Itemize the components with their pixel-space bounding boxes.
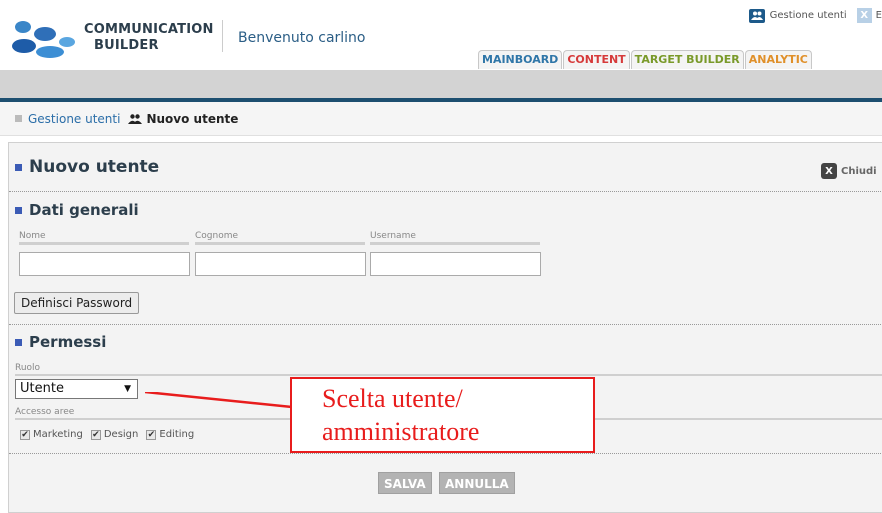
save-button[interactable]: SALVA [378,472,432,494]
marketing-label: Marketing [33,429,83,440]
page-title-text: Nuovo utente [29,157,160,177]
field-underline [15,374,882,376]
logo-line2: BUILDER [94,38,159,53]
section-general-text: Dati generali [29,201,139,219]
breadcrumb-current: Nuovo utente [146,111,239,126]
divider [9,191,882,192]
username-label: Username [370,231,416,241]
cognome-input[interactable] [195,252,366,276]
tab-label: MAINBOARD [482,53,559,66]
define-password-button[interactable]: Definisci Password [14,292,140,314]
breadcrumb: Gestione utenti Nuovo utente [0,102,882,136]
divider [9,453,882,454]
close-icon: X [821,163,837,179]
field-underline [195,242,365,245]
field-underline [19,242,189,245]
cognome-label: Cognome [195,231,239,241]
bullet-icon [15,115,22,122]
section-general-title: Dati generali [15,201,139,219]
username-input[interactable] [370,252,541,276]
tab-label: ANALYTIC [748,53,808,66]
tab-analytics[interactable]: ANALYTIC [744,50,812,69]
divider [9,324,882,325]
logo-separator [222,20,223,52]
tab-content[interactable]: CONTENT [563,50,630,69]
user-management-link[interactable]: Gestione utenti [770,10,847,21]
annotation-line1: Scelta utente/ [322,384,463,413]
page-title: Nuovo utente [15,157,159,177]
breadcrumb-link[interactable]: Gestione utenti [28,112,120,126]
welcome-text: Benvenuto carlino [238,30,366,46]
marketing-checkbox[interactable]: ✔ [20,429,30,440]
new-user-panel: Nuovo utente X Chiudi Dati generali Nome… [8,142,882,513]
bullet-icon [15,163,22,171]
section-permissions-title: Permessi [15,333,106,351]
close-label: Chiudi [841,165,877,177]
tab-target-builder[interactable]: TARGET BUILDER [630,50,744,69]
tab-label: TARGET BUILDER [634,53,740,66]
editing-label: Editing [159,429,195,440]
field-underline [370,242,540,245]
design-label: Design [103,429,139,440]
role-select[interactable]: Utente ▼ [15,379,138,399]
nome-input[interactable] [19,252,190,276]
cancel-button[interactable]: ANNULLA [439,472,515,494]
tab-label: CONTENT [567,53,626,66]
nav-bar [0,70,882,98]
ruolo-label: Ruolo [15,363,41,373]
top-right-links: Gestione utenti X E [748,8,882,23]
header: COMMUNICATION BUILDER Benvenuto carlino … [0,0,882,70]
users-icon [748,8,765,23]
users-icon [128,113,143,124]
section-permissions-text: Permessi [29,333,107,351]
dropdown-arrow-icon: ▼ [124,384,131,394]
editing-checkbox[interactable]: ✔ [146,429,157,440]
logo-text: COMMUNICATION BUILDER [84,22,214,54]
annotation-arrow-line [145,392,292,409]
accesso-label: Accesso aree [15,407,75,417]
annotation-box: Scelta utente/ amministratore [290,377,595,453]
annotation-line2: amministratore [322,417,480,446]
close-button[interactable]: X Chiudi [821,163,877,179]
role-select-value: Utente [20,381,64,396]
top-right-extra[interactable]: E [876,10,882,21]
logo-line1: COMMUNICATION [84,22,214,37]
tab-mainboard[interactable]: MAINBOARD [478,50,563,69]
bullet-icon [15,206,22,214]
nome-label: Nome [19,231,46,241]
bullet-icon [15,338,22,346]
logo-icon [12,21,75,58]
area-checkboxes: ✔ Marketing ✔ Design ✔ Editing [20,429,202,440]
main-tabs: MAINBOARD CONTENT TARGET BUILDER ANALYTI… [478,50,813,69]
design-checkbox[interactable]: ✔ [90,429,101,440]
close-icon[interactable]: X [856,8,872,23]
